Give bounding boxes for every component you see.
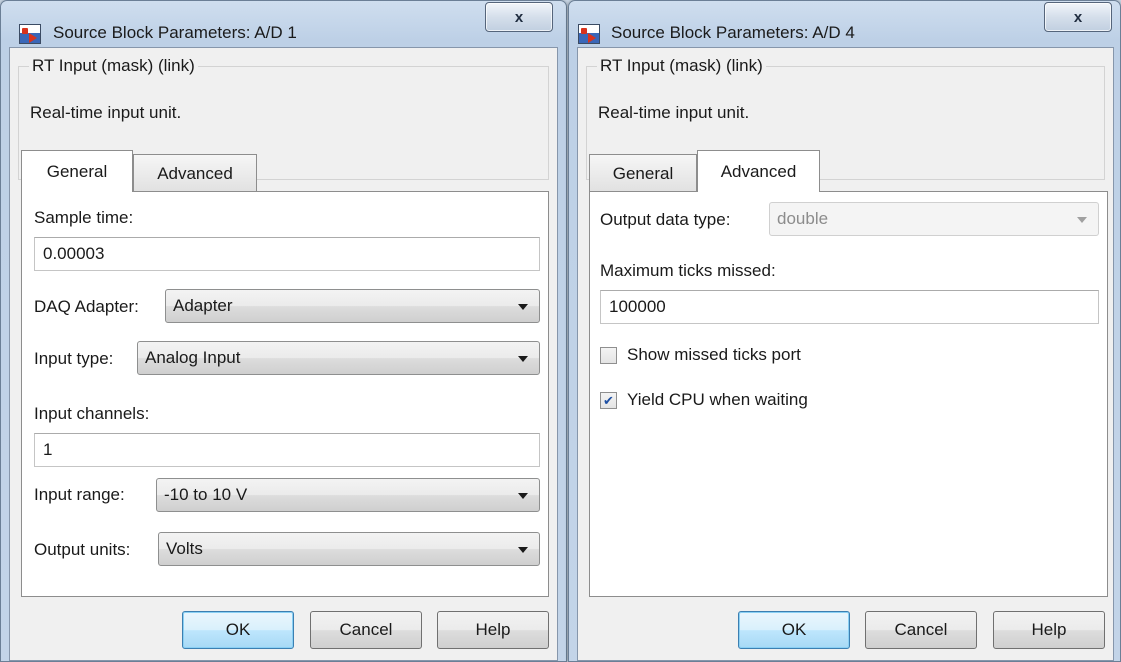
maximum-ticks-input[interactable]: 100000 xyxy=(600,290,1099,324)
yield-cpu-checkbox[interactable]: ✔ xyxy=(600,392,617,409)
group-title: RT Input (mask) (link) xyxy=(29,56,198,76)
daq-adapter-label: DAQ Adapter: xyxy=(34,297,139,316)
sample-time-label: Sample time: xyxy=(34,208,134,227)
daq-adapter-value: Adapter xyxy=(173,296,233,315)
chevron-down-icon xyxy=(518,547,528,553)
group-description: Real-time input unit. xyxy=(30,103,182,122)
cancel-button[interactable]: Cancel xyxy=(310,611,422,649)
close-button[interactable]: x xyxy=(1044,2,1112,32)
ok-button[interactable]: OK xyxy=(738,611,850,649)
input-type-label: Input type: xyxy=(34,349,114,368)
help-button[interactable]: Help xyxy=(993,611,1105,649)
chevron-down-icon xyxy=(518,493,528,499)
title-bar[interactable]: Source Block Parameters: A/D 1 x xyxy=(1,1,566,45)
input-range-label: Input range: xyxy=(34,485,125,504)
cancel-button[interactable]: Cancel xyxy=(865,611,977,649)
maximum-ticks-label: Maximum ticks missed: xyxy=(600,261,776,280)
tab-panel-advanced: Output data type: double Maximum ticks m… xyxy=(589,191,1108,597)
simulink-block-icon xyxy=(19,24,41,44)
group-description: Real-time input unit. xyxy=(598,103,750,122)
output-data-type-select[interactable]: double xyxy=(769,202,1099,236)
tab-advanced[interactable]: Advanced xyxy=(133,154,257,192)
output-units-select[interactable]: Volts xyxy=(158,532,540,566)
show-missed-ticks-label: Show missed ticks port xyxy=(627,345,801,364)
tab-panel-general: Sample time: 0.00003 DAQ Adapter: Adapte… xyxy=(21,191,549,597)
input-type-select[interactable]: Analog Input xyxy=(137,341,540,375)
output-data-type-value: double xyxy=(777,209,829,228)
chevron-down-icon xyxy=(1077,217,1087,223)
dialog-client-area: RT Input (mask) (link) Real-time input u… xyxy=(577,47,1114,661)
group-title: RT Input (mask) (link) xyxy=(597,56,766,76)
input-channels-label: Input channels: xyxy=(34,404,150,423)
dialog-ad1: Source Block Parameters: A/D 1 x RT Inpu… xyxy=(0,0,567,662)
input-range-value: -10 to 10 V xyxy=(164,485,248,504)
daq-adapter-select[interactable]: Adapter xyxy=(165,289,540,323)
output-data-type-label: Output data type: xyxy=(600,210,731,229)
input-range-select[interactable]: -10 to 10 V xyxy=(156,478,540,512)
input-type-value: Analog Input xyxy=(145,348,241,367)
sample-time-input[interactable]: 0.00003 xyxy=(34,237,540,271)
chevron-down-icon xyxy=(518,304,528,310)
tab-advanced[interactable]: Advanced xyxy=(697,150,820,192)
close-button[interactable]: x xyxy=(485,2,553,32)
dialog-ad4: Source Block Parameters: A/D 4 x RT Inpu… xyxy=(568,0,1121,662)
ok-button[interactable]: OK xyxy=(182,611,294,649)
chevron-down-icon xyxy=(518,356,528,362)
window-title: Source Block Parameters: A/D 4 xyxy=(611,23,855,42)
tab-general[interactable]: General xyxy=(589,154,697,192)
input-channels-input[interactable]: 1 xyxy=(34,433,540,467)
tab-general[interactable]: General xyxy=(21,150,133,192)
output-units-value: Volts xyxy=(166,539,203,558)
output-units-label: Output units: xyxy=(34,540,131,559)
show-missed-ticks-checkbox[interactable] xyxy=(600,347,617,364)
title-bar[interactable]: Source Block Parameters: A/D 4 x xyxy=(569,1,1120,45)
simulink-block-icon xyxy=(578,24,600,44)
window-title: Source Block Parameters: A/D 1 xyxy=(53,23,297,42)
checkmark-icon: ✔ xyxy=(603,393,614,408)
yield-cpu-label: Yield CPU when waiting xyxy=(627,390,808,409)
help-button[interactable]: Help xyxy=(437,611,549,649)
dialog-client-area: RT Input (mask) (link) Real-time input u… xyxy=(9,47,558,661)
